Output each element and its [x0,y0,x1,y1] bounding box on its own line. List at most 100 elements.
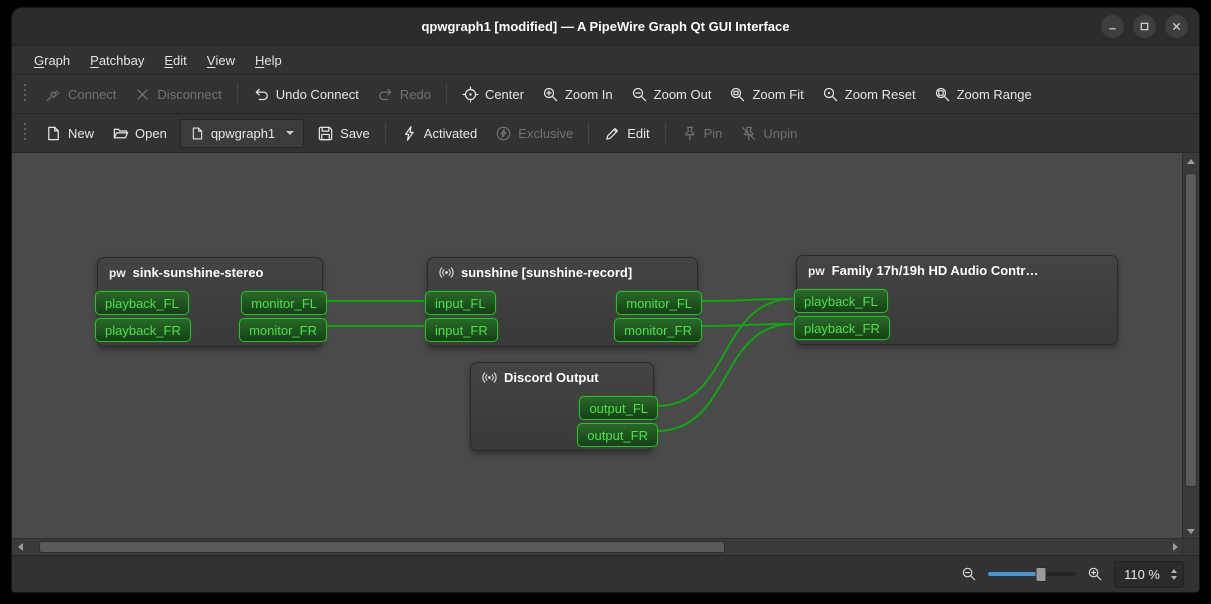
zoom-range-button[interactable]: Zoom Range [925,81,1041,108]
maximize-button[interactable] [1133,15,1156,38]
node-title: pwsink-sunshine-stereo [98,258,322,280]
unpin-button[interactable]: Unpin [731,120,806,147]
toolbar-button-label: Zoom Fit [752,87,803,102]
toolbar-drag-handle[interactable] [23,84,27,104]
zoom-in-icon[interactable] [1087,566,1103,582]
toolbar-button-label: Connect [68,87,116,102]
close-button[interactable] [1165,15,1188,38]
toolbar-button-label: New [68,126,94,141]
spin-up-button[interactable] [1171,569,1177,573]
toolbar-button-label: Redo [400,87,431,102]
menu-graph[interactable]: Graph [24,46,80,74]
patchbay-profile-combobox[interactable]: qpwgraph1 [180,119,304,148]
port-playback-fr[interactable]: playback_FR [794,316,890,340]
edit-button[interactable]: Edit [595,120,658,147]
menu-view[interactable]: View [197,46,245,74]
connect-button[interactable]: Connect [36,81,125,108]
zoom-slider-fill [988,572,1041,576]
scroll-right-button[interactable] [1167,539,1183,555]
pipewire-icon: pw [109,267,126,279]
qpwgraph-window: qpwgraph1 [modified] — A PipeWire Graph … [12,8,1199,592]
graph-canvas[interactable]: pwsink-sunshine-stereoplayback_FLplaybac… [12,153,1183,539]
zoom-reset-button[interactable]: Zoom Reset [813,81,925,108]
open-button[interactable]: Open [103,120,176,147]
toolbar-separator [385,122,386,144]
menu-help[interactable]: Help [245,46,292,74]
pin-button[interactable]: Pin [672,120,732,147]
zoom-range-icon [934,86,951,103]
toolbar-button-label: Pin [704,126,723,141]
port-playback-fl[interactable]: playback_FL [95,291,189,315]
spin-down-button[interactable] [1171,576,1177,580]
horizontal-scroll-track[interactable] [28,539,1167,555]
menu-patchbay[interactable]: Patchbay [80,46,154,74]
activated-icon [401,125,418,142]
media-icon [439,265,454,280]
zoom-spin-buttons [1168,569,1180,580]
edit-icon [604,125,621,142]
horizontal-scrollbar[interactable] [12,538,1183,555]
toolbar-button-label: Disconnect [157,87,221,102]
save-button[interactable]: Save [308,120,379,147]
port-input-fr[interactable]: input_FR [425,318,498,342]
port-playback-fl[interactable]: playback_FL [794,289,888,313]
new-button[interactable]: New [36,120,103,147]
menu-edit[interactable]: Edit [154,46,196,74]
port-monitor-fl[interactable]: monitor_FL [616,291,702,315]
zoom-slider-track[interactable] [988,572,1076,576]
port-monitor-fr[interactable]: monitor_FR [239,318,327,342]
horizontal-scroll-thumb[interactable] [39,541,724,553]
redo-icon [377,86,394,103]
chevron-down-icon [286,131,294,135]
toolbar-separator [237,83,238,105]
port-playback-fr[interactable]: playback_FR [95,318,191,342]
center-icon [462,86,479,103]
statusbar: 110 % [12,555,1199,592]
toolbar-button-label: Zoom In [565,87,613,102]
exclusive-button[interactable]: Exclusive [486,120,582,147]
arrow-right-icon [1173,543,1178,551]
graph-node-sunshine[interactable]: sunshine [sunshine-record] input_FL input_… [427,257,698,347]
vertical-scroll-thumb[interactable] [1185,173,1197,487]
graph-node-discord[interactable]: Discord Outputoutput_FLoutput_FR [470,362,654,451]
titlebar[interactable]: qpwgraph1 [modified] — A PipeWire Graph … [12,8,1199,46]
port-monitor-fl[interactable]: monitor_FL [241,291,327,315]
undo-connect-button[interactable]: Undo Connect [244,81,368,108]
save-icon [317,125,334,142]
port-monitor-fr[interactable]: monitor_FR [614,318,702,342]
graph-node-family[interactable]: pwFamily 17h/19h HD Audio Contr… playback… [796,255,1118,345]
maximize-icon [1139,21,1150,32]
zoom-out-icon[interactable] [961,566,977,582]
zoom-slider-handle[interactable] [1035,567,1046,582]
vertical-scrollbar[interactable] [1182,153,1199,539]
zoom-slider[interactable] [988,566,1076,582]
zoom-fit-button[interactable]: Zoom Fit [720,81,812,108]
scrollbar-corner [1182,538,1199,555]
port-output-fr[interactable]: output_FR [577,423,658,447]
port-output-fl[interactable]: output_FL [579,396,658,420]
port-input-fl[interactable]: input_FL [425,291,496,315]
scroll-up-button[interactable] [1183,153,1199,169]
disconnect-button[interactable]: Disconnect [125,81,230,108]
vertical-scroll-track[interactable] [1183,169,1199,523]
window-title: qpwgraph1 [modified] — A PipeWire Graph … [421,19,789,34]
scroll-down-button[interactable] [1183,523,1199,539]
activated-button[interactable]: Activated [392,120,486,147]
graph-node-sink[interactable]: pwsink-sunshine-stereo playback_FLplaybac… [97,257,323,347]
zoom-out-button[interactable]: Zoom Out [622,81,721,108]
scroll-left-button[interactable] [12,539,28,555]
toolbar-button-label: Activated [424,126,477,141]
minimize-button[interactable] [1101,15,1124,38]
toolbar-button-label: Save [340,126,370,141]
zoom-in-button[interactable]: Zoom In [533,81,622,108]
node-title: sunshine [sunshine-record] [428,258,697,280]
toolbar-button-label: Undo Connect [276,87,359,102]
redo-button[interactable]: Redo [368,81,440,108]
zoom-spinbox[interactable]: 110 % [1114,561,1184,588]
toolbar-button-label: Center [485,87,524,102]
node-title: pwFamily 17h/19h HD Audio Contr… [797,256,1117,278]
unpin-icon [740,125,757,142]
toolbar-drag-handle[interactable] [23,123,27,143]
center-button[interactable]: Center [453,81,533,108]
exclusive-icon [495,125,512,142]
